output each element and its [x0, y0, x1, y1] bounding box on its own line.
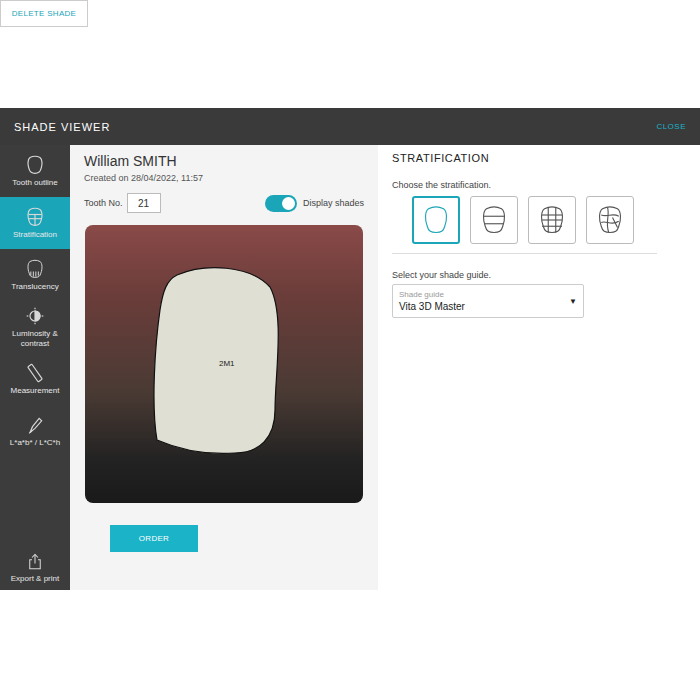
select-text: Shade guide Vita 3D Master: [399, 290, 569, 312]
action-button[interactable]: DELETE SHADE: [0, 0, 88, 27]
tool-icon: [25, 415, 45, 435]
select-label: Shade guide: [399, 290, 569, 299]
close-button[interactable]: CLOSE: [656, 122, 686, 131]
sidebar-label: Luminosity & contrast: [2, 329, 68, 347]
stratification-option[interactable]: [528, 196, 576, 244]
sidebar-item[interactable]: Translucency: [0, 249, 70, 301]
sidebar-label: Measurement: [11, 386, 60, 395]
stratification-prompt: Choose the stratification.: [392, 180, 686, 190]
tool-icon: [25, 363, 45, 383]
panel-title: STRATIFICATION: [392, 152, 686, 164]
created-date: Created on 28/04/2022, 11:57: [84, 173, 364, 183]
button-row: DELETE SHADEORDER: [84, 503, 364, 552]
tool-icon: [25, 259, 45, 279]
sidebar-item[interactable]: Stratification: [0, 197, 70, 249]
sidebar-label: L*a*b* / L*C*h: [10, 438, 60, 447]
sidebar-label: Export & print: [11, 574, 59, 583]
shade-panel: William SMITH Created on 28/04/2022, 11:5…: [70, 145, 378, 590]
divider: [392, 253, 657, 254]
sidebar-label: Translucency: [11, 282, 58, 291]
sidebar-label: Tooth outline: [12, 178, 57, 187]
caret-icon: ▼: [569, 297, 577, 306]
action-button[interactable]: ORDER: [110, 525, 198, 552]
sidebar-item[interactable]: L*a*b* / L*C*h: [0, 405, 70, 457]
display-shades-toggle[interactable]: [265, 195, 297, 212]
stratification-icon: [595, 203, 625, 237]
shade-guide-select[interactable]: Shade guide Vita 3D Master▼: [392, 284, 584, 318]
stratification-option[interactable]: [586, 196, 634, 244]
stratification-panel: STRATIFICATION Choose the stratification.…: [378, 145, 700, 590]
stratification-icon: [537, 203, 567, 237]
tooth-photo: 2M1: [85, 225, 363, 503]
export-button[interactable]: Export & print: [0, 546, 70, 590]
sidebar-item[interactable]: Measurement: [0, 353, 70, 405]
page: SHADE VIEWER CLOSE Tooth outline Stratifica…: [0, 0, 700, 700]
stratification-icon: [421, 203, 451, 237]
export-icon: [26, 553, 44, 571]
tool-icon: [25, 155, 45, 175]
main: Tooth outline Stratification Translucency L…: [0, 145, 700, 590]
tool-icon: [25, 306, 45, 326]
sidebar-item[interactable]: Tooth outline: [0, 145, 70, 197]
window-title: SHADE VIEWER: [14, 121, 110, 133]
stratification-option[interactable]: [470, 196, 518, 244]
tooth-input[interactable]: 21: [127, 193, 161, 213]
tooth-row: Tooth No. 21 Display shades: [84, 193, 364, 213]
sidebar-label: Stratification: [13, 230, 57, 239]
header-bar: SHADE VIEWER CLOSE: [0, 108, 700, 145]
top-space: [0, 0, 700, 108]
stratification-option[interactable]: [412, 196, 460, 244]
sidebar-item[interactable]: Luminosity & contrast: [0, 301, 70, 353]
sidebar: Tooth outline Stratification Translucency L…: [0, 145, 70, 590]
shade-label: 2M1: [219, 359, 235, 368]
patient-name: William SMITH: [84, 153, 364, 169]
tool-icon: [25, 207, 45, 227]
select-value: Vita 3D Master: [399, 301, 569, 312]
stratification-options: [392, 196, 686, 244]
toggle-knob: [282, 197, 295, 210]
tooth-label: Tooth No.: [84, 198, 123, 208]
toggle-label: Display shades: [303, 198, 364, 208]
shade-guide-prompt: Select your shade guide.: [392, 270, 686, 280]
stratification-icon: [479, 203, 509, 237]
